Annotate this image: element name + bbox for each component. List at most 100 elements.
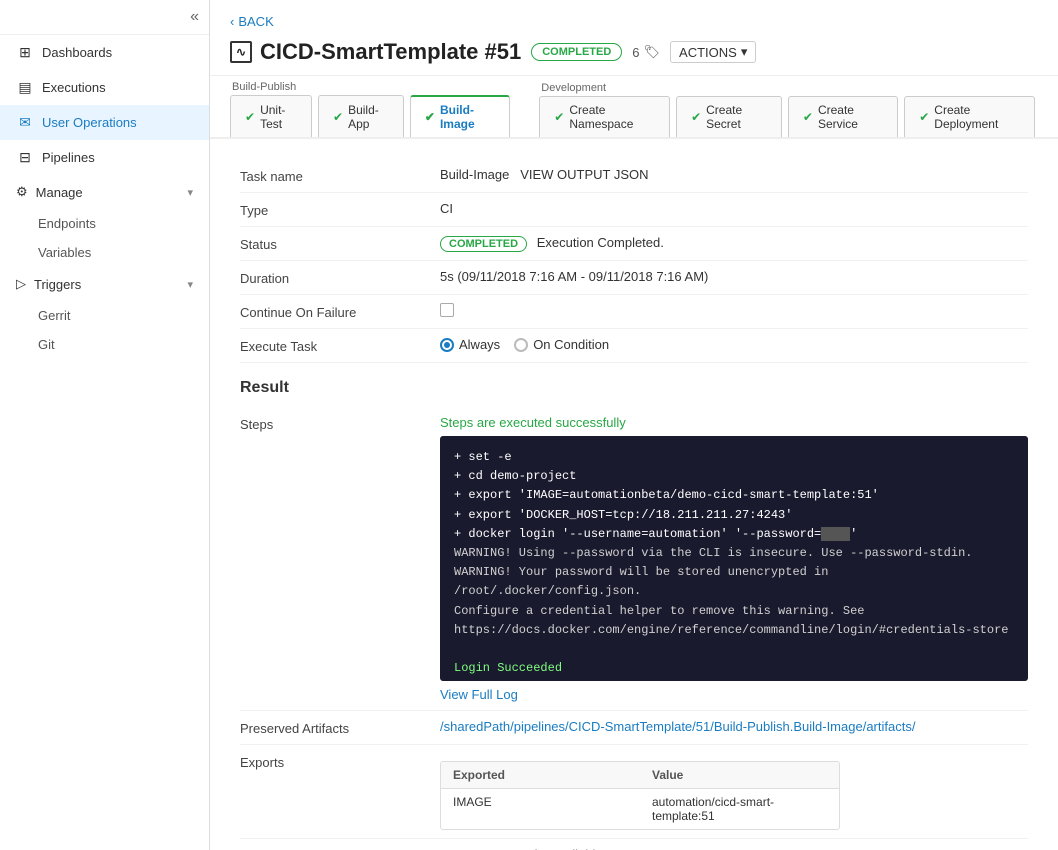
terminal-line-4: + export 'DOCKER_HOST=tcp://18.211.211.2…	[454, 506, 1014, 525]
completed-badge: COMPLETED	[440, 236, 527, 252]
radio-condition-dot	[514, 338, 528, 352]
group-title-build-publish: Build-Publish	[230, 76, 513, 95]
manage-chevron-icon: ▾	[187, 186, 193, 199]
main-content: ‹ BACK ∿ CICD-SmartTemplate #51 COMPLETE…	[210, 0, 1058, 850]
radio-on-condition[interactable]: On Condition	[514, 337, 609, 352]
sidebar-group-triggers[interactable]: ▷ Triggers ▾	[0, 267, 209, 301]
back-label: BACK	[238, 14, 273, 29]
actions-label: ACTIONS	[679, 45, 737, 60]
sidebar-label-manage: Manage	[36, 185, 83, 200]
tab-create-secret[interactable]: ✔ Create Secret	[676, 96, 782, 137]
view-full-log-link[interactable]: View Full Log	[440, 687, 518, 702]
sidebar-item-gerrit[interactable]: Gerrit	[0, 301, 209, 330]
exports-col-value: Value	[640, 762, 839, 788]
value-continue-on-failure	[440, 303, 1028, 320]
sidebar-label-dashboards: Dashboards	[42, 45, 112, 60]
back-chevron-icon: ‹	[230, 14, 234, 29]
tab-label-unit-test: Unit-Test	[260, 103, 297, 131]
value-execute-task: Always On Condition	[440, 337, 1028, 352]
field-continue-on-failure: Continue On Failure	[240, 295, 1028, 329]
check-create-secret-icon: ✔	[691, 110, 701, 124]
group-tabs-build-publish: ✔ Unit-Test ✔ Build-App ✔ Build-Image	[230, 95, 513, 137]
tab-unit-test[interactable]: ✔ Unit-Test	[230, 95, 312, 137]
triggers-icon: ▷	[16, 276, 26, 292]
exports-col-exported: Exported	[441, 762, 640, 788]
executions-icon: ▤	[16, 79, 34, 96]
execute-task-radio-group: Always On Condition	[440, 337, 1028, 352]
tab-build-app[interactable]: ✔ Build-App	[318, 95, 404, 137]
tab-create-namespace[interactable]: ✔ Create Namespace	[539, 96, 670, 137]
artifacts-path-link[interactable]: /sharedPath/pipelines/CICD-SmartTemplate…	[440, 719, 915, 734]
terminal-line-2: + cd demo-project	[454, 467, 1014, 486]
sidebar-item-git[interactable]: Git	[0, 330, 209, 359]
field-process: Process No process results available.	[240, 839, 1028, 850]
value-status: COMPLETED Execution Completed.	[440, 235, 1028, 252]
label-type: Type	[240, 201, 440, 218]
check-unit-test-icon: ✔	[245, 110, 255, 124]
field-type: Type CI	[240, 193, 1028, 227]
terminal-output: + set -e + cd demo-project + export 'IMA…	[440, 436, 1028, 681]
tab-label-create-secret: Create Secret	[706, 103, 767, 131]
exports-row-1: IMAGE automation/cicd-smart-template:51	[441, 789, 839, 829]
sidebar-label-endpoints: Endpoints	[38, 216, 96, 231]
user-operations-icon: ✉	[16, 114, 34, 131]
value-preserved-artifacts: /sharedPath/pipelines/CICD-SmartTemplate…	[440, 719, 1028, 734]
tabs-group-row: Build-Publish ✔ Unit-Test ✔ Build-App ✔	[230, 76, 1038, 137]
terminal-line-8: Configure a credential helper to remove …	[454, 602, 1014, 621]
actions-chevron-icon: ▾	[741, 44, 748, 60]
status-text: Execution Completed.	[537, 235, 664, 250]
field-task-name: Task name Build-Image VIEW OUTPUT JSON	[240, 159, 1028, 193]
actions-button[interactable]: ACTIONS ▾	[670, 41, 756, 63]
tab-create-service[interactable]: ✔ Create Service	[788, 96, 898, 137]
terminal-line-7: WARNING! Your password will be stored un…	[454, 563, 1014, 601]
value-type: CI	[440, 201, 1028, 216]
radio-always[interactable]: Always	[440, 337, 500, 352]
group-development: Development ✔ Create Namespace ✔ Create …	[539, 77, 1038, 137]
back-link[interactable]: ‹ BACK	[230, 14, 1038, 29]
sidebar-toggle-area: «	[0, 0, 209, 35]
sidebar-label-pipelines: Pipelines	[42, 150, 95, 165]
check-create-service-icon: ✔	[803, 110, 813, 124]
label-continue-on-failure: Continue On Failure	[240, 303, 440, 320]
pipeline-title-text: CICD-SmartTemplate #51	[260, 39, 521, 65]
terminal-line-10: Login Succeeded	[454, 659, 1014, 678]
exports-table: Exported Value IMAGE automation/cicd-sma…	[440, 761, 840, 830]
value-task-name: Build-Image VIEW OUTPUT JSON	[440, 167, 1028, 182]
exports-table-header: Exported Value	[441, 762, 839, 789]
sidebar-item-pipelines[interactable]: ⊟ Pipelines	[0, 140, 209, 175]
sidebar-label-gerrit: Gerrit	[38, 308, 71, 323]
detail-content: Task name Build-Image VIEW OUTPUT JSON T…	[210, 139, 1058, 850]
steps-success-text: Steps are executed successfully	[440, 415, 1028, 430]
check-build-image-icon: ✔	[425, 110, 435, 124]
task-name-text: Build-Image	[440, 167, 509, 182]
group-title-development: Development	[539, 77, 1038, 96]
view-output-json-link[interactable]: VIEW OUTPUT JSON	[520, 167, 648, 182]
sidebar-item-executions[interactable]: ▤ Executions	[0, 70, 209, 105]
tab-create-deployment[interactable]: ✔ Create Deployment	[904, 96, 1035, 137]
tab-label-create-deployment: Create Deployment	[934, 103, 1020, 131]
sidebar-item-user-operations[interactable]: ✉ User Operations	[0, 105, 209, 140]
sidebar-label-git: Git	[38, 337, 55, 352]
terminal-line-1: + set -e	[454, 448, 1014, 467]
tab-label-build-app: Build-App	[348, 103, 389, 131]
sidebar-label-user-operations: User Operations	[42, 115, 137, 130]
tab-build-image[interactable]: ✔ Build-Image	[410, 95, 510, 137]
sidebar-collapse-button[interactable]: «	[190, 8, 199, 26]
sidebar-item-dashboards[interactable]: ⊞ Dashboards	[0, 35, 209, 70]
tags-icon: 🏷	[644, 44, 661, 60]
label-status: Status	[240, 235, 440, 252]
result-section-title: Result	[240, 379, 1028, 397]
check-create-deployment-icon: ✔	[919, 110, 929, 124]
continue-on-failure-checkbox[interactable]	[440, 303, 454, 317]
sidebar-item-endpoints[interactable]: Endpoints	[0, 209, 209, 238]
label-duration: Duration	[240, 269, 440, 286]
sidebar-item-variables[interactable]: Variables	[0, 238, 209, 267]
terminal-line-11: + docker build -t automation/cicd-smart-…	[454, 678, 1014, 681]
field-exports: Exports Exported Value IMAGE automation/…	[240, 745, 1028, 839]
radio-always-label: Always	[459, 337, 500, 352]
tags-count: 6	[632, 45, 639, 60]
sidebar-group-manage[interactable]: ⚙ Manage ▾	[0, 175, 209, 209]
check-create-namespace-icon: ✔	[554, 110, 564, 124]
terminal-line-3: + export 'IMAGE=automationbeta/demo-cicd…	[454, 486, 1014, 505]
field-status: Status COMPLETED Execution Completed.	[240, 227, 1028, 261]
